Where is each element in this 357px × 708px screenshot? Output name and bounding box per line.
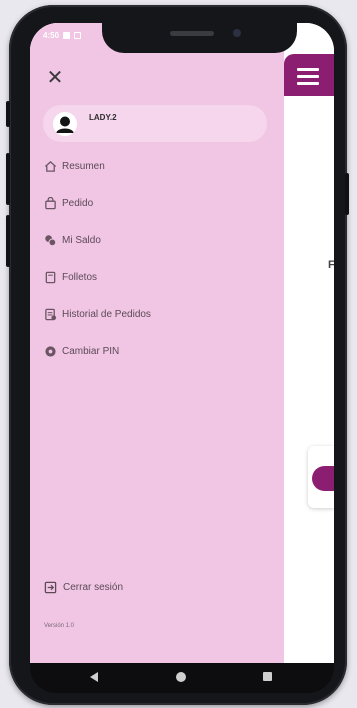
menu-item-label: Pedido <box>62 197 94 209</box>
user-card[interactable]: LADY.2 <box>43 105 267 142</box>
shopping-bag-icon <box>44 196 57 210</box>
user-avatar-icon <box>53 112 77 136</box>
menu-item-label: Mi Saldo <box>62 234 101 246</box>
volume-button <box>6 215 10 267</box>
notification-icon <box>74 32 82 39</box>
front-camera <box>233 29 241 37</box>
volume-button <box>6 153 10 205</box>
menu-item-cambiar-pin[interactable]: Cambiar PIN <box>44 342 264 360</box>
recent-apps-icon[interactable] <box>263 672 272 681</box>
logout-label: Cerrar sesión <box>63 582 124 593</box>
menu-item-mi-saldo[interactable]: Mi Saldo <box>44 231 264 249</box>
drawer-menu: Resumen Pedido Mi Saldo Folletos Histori… <box>44 157 264 379</box>
close-icon[interactable]: ✕ <box>46 68 64 88</box>
screen: F 4:50 ✕ LADY.2 Resumen Pedido Mi Saldo … <box>30 23 334 663</box>
logout-button[interactable]: Cerrar sesión <box>44 581 123 594</box>
volume-button <box>6 101 10 127</box>
notch <box>102 17 297 53</box>
android-nav-bar <box>30 663 334 693</box>
wifi-icon <box>301 31 308 38</box>
logout-icon <box>44 581 57 594</box>
notification-icon <box>63 32 71 39</box>
signal-icon <box>311 31 318 38</box>
avatar <box>53 112 77 136</box>
brochure-icon <box>44 271 57 284</box>
speaker <box>170 31 214 36</box>
menu-item-historial-de-pedidos[interactable]: Historial de Pedidos <box>44 305 264 323</box>
menu-item-label: Cambiar PIN <box>62 345 120 357</box>
power-button <box>345 173 349 215</box>
app-header <box>284 54 334 96</box>
peek-button[interactable] <box>312 466 334 491</box>
home-icon <box>44 160 57 173</box>
peek-text: F <box>328 259 334 271</box>
menu-item-label: Folletos <box>62 271 98 283</box>
home-button-icon[interactable] <box>176 672 186 682</box>
battery-icon <box>321 31 326 38</box>
app-version: Versión 1.0 <box>44 623 75 629</box>
user-name: LADY.2 <box>89 113 117 122</box>
menu-item-label: Historial de Pedidos <box>62 308 151 320</box>
money-icon <box>44 234 57 247</box>
back-icon[interactable] <box>90 672 98 682</box>
navigation-drawer: ✕ LADY.2 Resumen Pedido Mi Saldo Folleto… <box>30 23 284 663</box>
menu-item-pedido[interactable]: Pedido <box>44 194 264 212</box>
pin-icon <box>44 345 57 358</box>
hamburger-menu-icon[interactable] <box>297 68 319 89</box>
status-time: 4:50 <box>43 31 60 40</box>
history-icon <box>44 308 57 321</box>
menu-item-label: Resumen <box>62 160 105 172</box>
menu-item-resumen[interactable]: Resumen <box>44 157 264 175</box>
menu-item-folletos[interactable]: Folletos <box>44 268 264 286</box>
